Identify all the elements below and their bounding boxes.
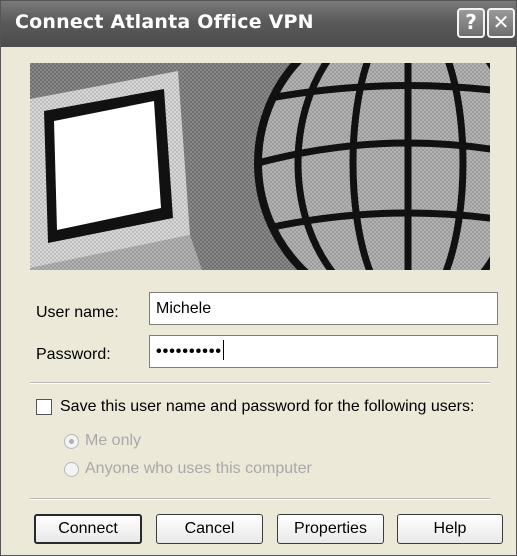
divider-bottom — [30, 498, 490, 500]
vpn-connect-dialog: Connect Atlanta Office VPN ? ✕ User name… — [0, 0, 517, 556]
help-button[interactable]: Help — [397, 514, 503, 544]
text-caret — [223, 340, 225, 360]
title-bar[interactable]: Connect Atlanta Office VPN ? ✕ — [1, 1, 516, 47]
radio-anyone[interactable] — [64, 462, 79, 477]
connection-banner — [30, 63, 490, 270]
connect-button[interactable]: Connect — [34, 514, 142, 544]
divider-top — [30, 382, 490, 384]
save-credentials-label[interactable]: Save this user name and password for the… — [60, 398, 474, 416]
password-input[interactable]: •••••••••• — [149, 335, 498, 368]
password-mask: •••••••••• — [156, 343, 223, 360]
properties-button[interactable]: Properties — [277, 514, 384, 544]
computer-globe-network-icon — [30, 63, 490, 270]
window-title: Connect Atlanta Office VPN — [15, 11, 314, 33]
help-icon[interactable]: ? — [457, 8, 485, 38]
close-icon[interactable]: ✕ — [487, 8, 515, 38]
radio-selected-dot — [69, 439, 74, 444]
password-label: Password: — [36, 346, 111, 363]
radio-anyone-label: Anyone who uses this computer — [85, 460, 312, 477]
username-label: User name: — [36, 304, 119, 321]
radio-me-only[interactable] — [64, 434, 79, 449]
cancel-button[interactable]: Cancel — [156, 514, 263, 544]
radio-me-only-label: Me only — [85, 432, 142, 449]
save-credentials-checkbox[interactable] — [36, 399, 52, 415]
username-input[interactable] — [149, 292, 498, 325]
